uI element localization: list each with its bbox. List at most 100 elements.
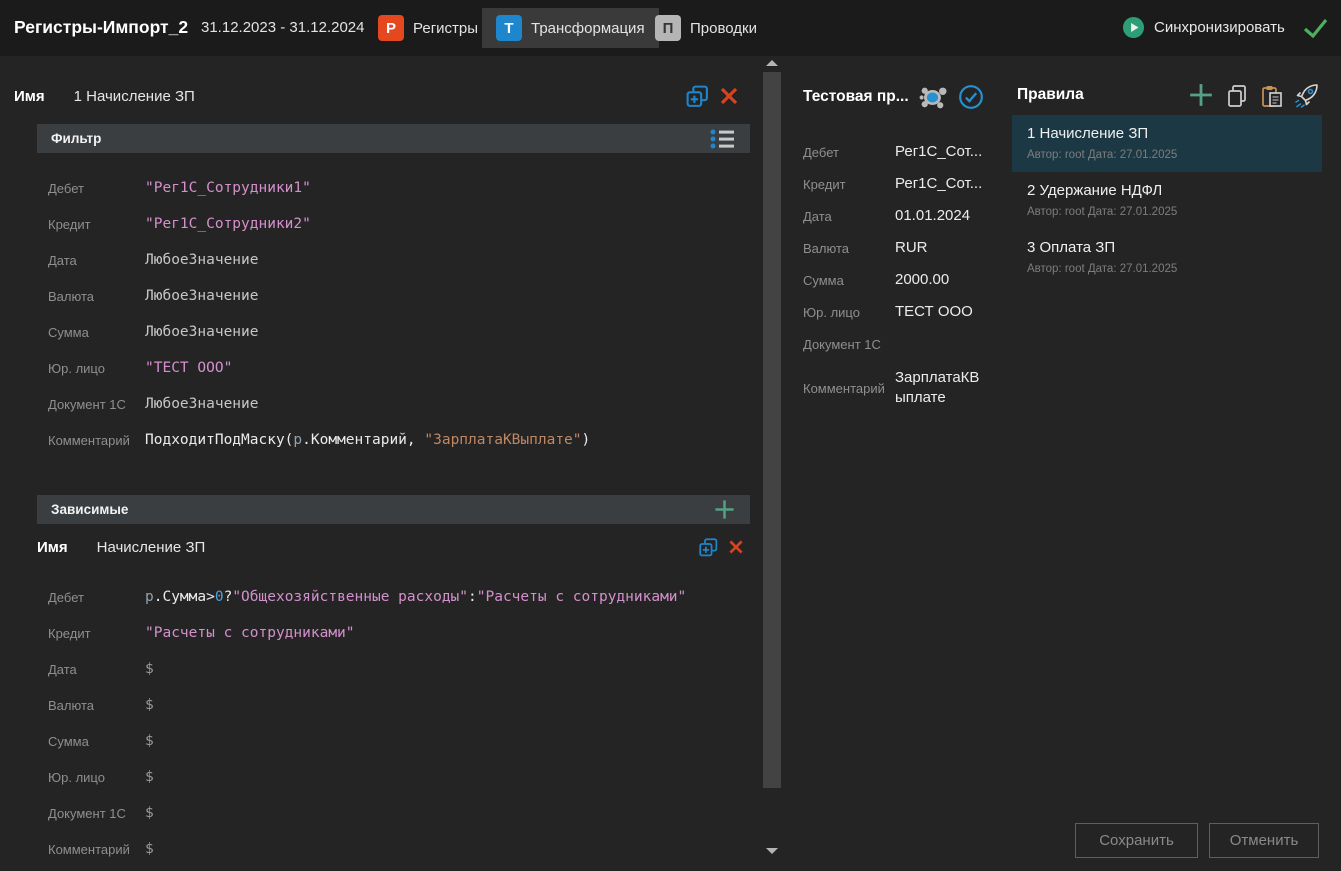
field-value[interactable]: ЛюбоеЗначение [145, 252, 259, 268]
tab-registers-label: Регистры [413, 20, 478, 37]
dependent-name-value[interactable]: Начисление ЗП [97, 539, 206, 556]
field-value[interactable]: ЛюбоеЗначение [145, 324, 259, 340]
test-row-currency: Валюта RUR [803, 232, 1003, 264]
rules-title: Правила [1017, 86, 1084, 104]
scrollbar-thumb[interactable] [763, 72, 781, 788]
test-fields: Дебет Рег1С_Сот... Кредит Рег1С_Сот... Д… [803, 136, 1003, 416]
field-row-document-1c: Документ 1С $ [14, 795, 759, 831]
cancel-button[interactable]: Отменить [1209, 823, 1319, 858]
tab-transformation[interactable]: Т Трансформация [482, 8, 659, 48]
save-button[interactable]: Сохранить [1075, 823, 1198, 858]
tab-postings[interactable]: П Проводки [655, 15, 757, 41]
field-value[interactable]: RUR [895, 238, 987, 258]
field-label: Документ 1С [803, 337, 895, 352]
test-row-date: Дата 01.01.2024 [803, 200, 1003, 232]
field-row-document-1c: Документ 1С ЛюбоеЗначение [14, 386, 759, 422]
field-value[interactable]: ЛюбоеЗначение [145, 396, 259, 412]
synchronize-button[interactable]: Синхронизировать [1122, 16, 1285, 39]
rule-editor-panel: Имя 1 Начисление ЗП Фильтр Дебет "Рег1С_… [14, 56, 759, 871]
test-row-credit: Кредит Рег1С_Сот... [803, 168, 1003, 200]
scroll-down-arrow-icon[interactable] [766, 848, 778, 854]
check-circle-icon[interactable] [958, 84, 984, 110]
play-circle-icon [1122, 16, 1145, 39]
test-row-comment: Комментарий ЗарплатаКВыплате [803, 360, 1003, 416]
test-panel-title: Тестовая пр... [803, 88, 909, 106]
copy-icon[interactable] [1226, 84, 1248, 108]
field-label: Комментарий [48, 433, 145, 448]
field-value[interactable]: ЗарплатаКВыплате [895, 368, 987, 408]
registers-tab-icon: Р [378, 15, 404, 41]
tab-registers[interactable]: Р Регистры [378, 15, 478, 41]
turtle-icon[interactable] [918, 84, 949, 111]
field-value[interactable]: $ [145, 841, 154, 857]
field-value[interactable]: "Расчеты с сотрудниками" [145, 625, 355, 641]
duplicate-plus-icon[interactable] [685, 84, 710, 109]
name-label: Имя [14, 88, 45, 105]
field-value[interactable]: 01.01.2024 [895, 206, 987, 226]
field-value[interactable]: Рег1С_Сот... [895, 174, 987, 194]
field-value[interactable]: 2000.00 [895, 270, 987, 290]
checkmark-icon[interactable] [1302, 17, 1329, 39]
field-label: Кредит [803, 177, 895, 192]
field-label: Документ 1С [48, 806, 145, 821]
rule-item-meta: Автор: root Дата: 27.01.2025 [1027, 263, 1322, 275]
dependents-section-bar: Зависимые [37, 495, 750, 524]
field-label: Валюта [48, 289, 145, 304]
test-row-debit: Дебет Рег1С_Сот... [803, 136, 1003, 168]
field-value[interactable]: ПодходитПодМаску(р.Комментарий, "Зарплат… [145, 432, 590, 448]
field-label: Сумма [48, 325, 145, 340]
rule-item[interactable]: 2 Удержание НДФЛ Автор: root Дата: 27.01… [1012, 172, 1322, 229]
field-label: Сумма [803, 273, 895, 288]
duplicate-plus-icon[interactable] [698, 537, 719, 558]
test-row-legal-entity: Юр. лицо ТЕСТ ООО [803, 296, 1003, 328]
field-value[interactable]: $ [145, 697, 154, 713]
field-row-comment: Комментарий $ [14, 831, 759, 867]
field-value[interactable]: "ТЕСТ ООО" [145, 360, 232, 376]
field-label: Комментарий [48, 842, 145, 857]
delete-x-icon[interactable] [728, 539, 744, 555]
field-label: Юр. лицо [803, 305, 895, 320]
field-value[interactable]: ТЕСТ ООО [895, 302, 987, 322]
rule-item-title: 1 Начисление ЗП [1027, 125, 1322, 142]
dependent-name-row: Имя Начисление ЗП [37, 534, 759, 560]
rule-name-value[interactable]: 1 Начисление ЗП [74, 88, 195, 105]
field-value[interactable]: "Рег1С_Сотрудники2" [145, 216, 311, 232]
field-value[interactable]: $ [145, 661, 154, 677]
field-label: Дебет [48, 590, 145, 605]
rule-item[interactable]: 3 Оплата ЗП Автор: root Дата: 27.01.2025 [1012, 229, 1322, 286]
field-label: Юр. лицо [48, 361, 145, 376]
field-label: Дебет [803, 145, 895, 160]
rocket-icon[interactable] [1292, 82, 1320, 110]
transformation-tab-icon: Т [496, 15, 522, 41]
field-row-credit: Кредит "Расчеты с сотрудниками" [14, 615, 759, 651]
scroll-up-arrow-icon[interactable] [766, 60, 778, 66]
field-value[interactable]: $ [145, 733, 154, 749]
field-label: Дата [48, 662, 145, 677]
field-label: Комментарий [803, 381, 895, 396]
field-value[interactable]: $ [145, 805, 154, 821]
delete-x-icon[interactable] [719, 86, 739, 106]
paste-icon[interactable] [1260, 84, 1283, 108]
dependents-section-title: Зависимые [51, 502, 713, 517]
field-value[interactable]: р.Сумма>0?"Общехозяйственные расходы":"Р… [145, 589, 686, 605]
field-value[interactable]: "Рег1С_Сотрудники1" [145, 180, 311, 196]
synchronize-label: Синхронизировать [1154, 19, 1285, 36]
test-row-amount: Сумма 2000.00 [803, 264, 1003, 296]
field-row-legal-entity: Юр. лицо "ТЕСТ ООО" [14, 350, 759, 386]
rule-name-row: Имя 1 Начисление ЗП [14, 83, 759, 109]
field-label: Валюта [48, 698, 145, 713]
rule-item-meta: Автор: root Дата: 27.01.2025 [1027, 149, 1322, 161]
rule-item[interactable]: 1 Начисление ЗП Автор: root Дата: 27.01.… [1012, 115, 1322, 172]
field-value[interactable]: Рег1С_Сот... [895, 142, 987, 162]
field-label: Кредит [48, 626, 145, 641]
filter-fields: Дебет "Рег1С_Сотрудники1" Кредит "Рег1С_… [14, 170, 759, 458]
dependent-fields: Дебет р.Сумма>0?"Общехозяйственные расхо… [14, 579, 759, 867]
field-value[interactable]: ЛюбоеЗначение [145, 288, 259, 304]
plus-icon[interactable] [713, 498, 736, 521]
list-icon[interactable] [709, 128, 736, 150]
field-value[interactable]: $ [145, 769, 154, 785]
plus-icon[interactable] [1188, 82, 1214, 108]
field-row-currency: Валюта $ [14, 687, 759, 723]
tab-transformation-label: Трансформация [531, 20, 645, 37]
name-label: Имя [37, 539, 68, 556]
